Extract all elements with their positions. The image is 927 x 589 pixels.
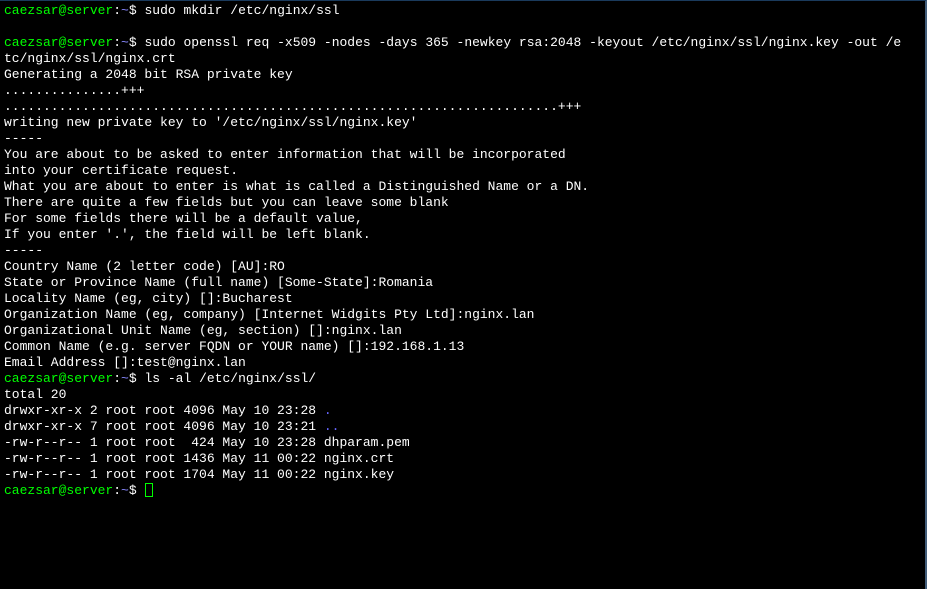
output-line: For some fields there will be a default … <box>4 211 921 227</box>
output-line: Common Name (e.g. server FQDN or YOUR na… <box>4 339 921 355</box>
command-text: sudo openssl req -x509 -nodes -days 365 … <box>144 35 901 50</box>
output-line: Country Name (2 letter code) [AU]:RO <box>4 259 921 275</box>
ls-output-line: drwxr-xr-x 7 root root 4096 May 10 23:21… <box>4 419 921 435</box>
output-line: What you are about to enter is what is c… <box>4 179 921 195</box>
prompt-user-host: caezsar@server <box>4 35 113 50</box>
prompt-path: ~ <box>121 371 129 386</box>
output-line: Locality Name (eg, city) []:Bucharest <box>4 291 921 307</box>
output-line: There are quite a few fields but you can… <box>4 195 921 211</box>
ls-output-line: -rw-r--r-- 1 root root 1704 May 11 00:22… <box>4 467 921 483</box>
output-line: ----- <box>4 243 921 259</box>
prompt-path: ~ <box>121 3 129 18</box>
ls-output-line: -rw-r--r-- 1 root root 1436 May 11 00:22… <box>4 451 921 467</box>
output-line: Organizational Unit Name (eg, section) [… <box>4 323 921 339</box>
prompt-line-active[interactable]: caezsar@server:~$ <box>4 483 921 499</box>
ls-perms: drwxr-xr-x 2 root root 4096 May 10 23:28 <box>4 403 324 418</box>
prompt-line: caezsar@server:~$ sudo mkdir /etc/nginx/… <box>4 3 921 19</box>
prompt-colon: : <box>113 371 121 386</box>
prompt-colon: : <box>113 483 121 498</box>
prompt-path: ~ <box>121 483 129 498</box>
prompt-line: caezsar@server:~$ ls -al /etc/nginx/ssl/ <box>4 371 921 387</box>
prompt-user-host: caezsar@server <box>4 483 113 498</box>
prompt-colon: : <box>113 35 121 50</box>
prompt-symbol: $ <box>129 371 137 386</box>
prompt-colon: : <box>113 3 121 18</box>
ls-output-line: drwxr-xr-x 2 root root 4096 May 10 23:28… <box>4 403 921 419</box>
blank-line <box>4 19 921 35</box>
command-text: sudo mkdir /etc/nginx/ssl <box>144 3 339 18</box>
output-line: ........................................… <box>4 99 921 115</box>
prompt-symbol: $ <box>129 3 137 18</box>
prompt-path: ~ <box>121 35 129 50</box>
prompt-line: caezsar@server:~$ sudo openssl req -x509… <box>4 35 921 51</box>
command-continuation: tc/nginx/ssl/nginx.crt <box>4 51 921 67</box>
prompt-symbol: $ <box>129 35 137 50</box>
output-line: Email Address []:test@nginx.lan <box>4 355 921 371</box>
prompt-symbol: $ <box>129 483 137 498</box>
terminal-output[interactable]: caezsar@server:~$ sudo mkdir /etc/nginx/… <box>4 3 921 499</box>
command-text: ls -al /etc/nginx/ssl/ <box>144 371 316 386</box>
output-line: State or Province Name (full name) [Some… <box>4 275 921 291</box>
output-line: Generating a 2048 bit RSA private key <box>4 67 921 83</box>
output-line: into your certificate request. <box>4 163 921 179</box>
ls-perms: drwxr-xr-x 7 root root 4096 May 10 23:21 <box>4 419 324 434</box>
ls-output-line: total 20 <box>4 387 921 403</box>
output-line: Organization Name (eg, company) [Interne… <box>4 307 921 323</box>
prompt-user-host: caezsar@server <box>4 371 113 386</box>
ls-output-line: -rw-r--r-- 1 root root 424 May 10 23:28 … <box>4 435 921 451</box>
output-line: ...............+++ <box>4 83 921 99</box>
output-line: ----- <box>4 131 921 147</box>
output-line: If you enter '.', the field will be left… <box>4 227 921 243</box>
output-line: You are about to be asked to enter infor… <box>4 147 921 163</box>
ls-dir-name: .. <box>324 419 340 434</box>
ls-dir-name: . <box>324 403 332 418</box>
output-line: writing new private key to '/etc/nginx/s… <box>4 115 921 131</box>
prompt-user-host: caezsar@server <box>4 3 113 18</box>
cursor-icon <box>145 483 153 497</box>
